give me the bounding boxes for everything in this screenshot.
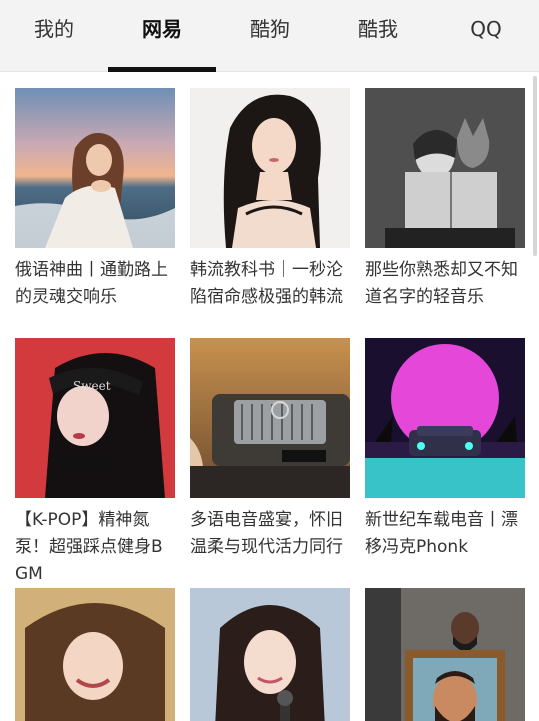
- playlist-card[interactable]: [365, 588, 525, 721]
- tab-label: 酷狗: [250, 17, 290, 41]
- playlist-title: 俄语神曲丨通勤路上的灵魂交响乐: [15, 260, 168, 307]
- app-window: 我的 网易 酷狗 酷我 QQ 俄语神曲丨通勤路上的灵魂交响乐 韩流教科书｜一秒沦…: [0, 0, 539, 721]
- scrollbar[interactable]: [533, 76, 537, 256]
- playlist-title: 那些你熟悉却又不知道名字的轻音乐: [365, 260, 518, 307]
- playlist-title: 新世纪车载电音丨漂移冯克Phonk: [365, 510, 518, 557]
- playlist-title: 多语电音盛宴，怀旧温柔与现代活力同行: [190, 510, 343, 557]
- synthwave-car-cover: [365, 338, 525, 498]
- playlist-grid: 俄语神曲丨通勤路上的灵魂交响乐 韩流教科书｜一秒沦陷宿命感极强的韩流 那些你熟悉…: [0, 72, 539, 721]
- vintage-car-cover: [190, 338, 350, 498]
- svg-text:Sweet: Sweet: [73, 379, 111, 393]
- tab-label: 酷我: [358, 17, 398, 41]
- playlist-card[interactable]: 那些你熟悉却又不知道名字的轻音乐: [365, 88, 525, 311]
- playlist-card[interactable]: 韩流教科书｜一秒沦陷宿命感极强的韩流: [190, 88, 350, 311]
- tab-netease[interactable]: 网易: [108, 0, 216, 72]
- kpop-idol-cover: Sweet: [15, 338, 175, 498]
- girl-and-cat-book-cover: [365, 88, 525, 248]
- playlist-card[interactable]: 俄语神曲丨通勤路上的灵魂交响乐: [15, 88, 175, 311]
- playlist-card[interactable]: 多语电音盛宴，怀旧温柔与现代活力同行: [190, 338, 350, 561]
- playlist-card[interactable]: [190, 588, 350, 721]
- tab-label: QQ: [470, 17, 502, 41]
- playlist-card[interactable]: Sweet 【K-POP】精神氮泵！超强踩点健身BGM: [15, 338, 175, 588]
- tab-label: 网易: [142, 17, 182, 41]
- playlist-title: 【K-POP】精神氮泵！超强踩点健身BGM: [15, 510, 163, 584]
- tab-qq[interactable]: QQ: [432, 0, 539, 72]
- actress-microphone-cover: [190, 588, 350, 721]
- tab-kuwo[interactable]: 酷我: [324, 0, 432, 72]
- korean-woman-cover: [190, 88, 350, 248]
- tab-mine[interactable]: 我的: [0, 0, 108, 72]
- bearded-man-portrait-cover: [365, 588, 525, 721]
- playlist-title: 韩流教科书｜一秒沦陷宿命感极强的韩流: [190, 260, 343, 307]
- playlist-card[interactable]: 新世纪车载电音丨漂移冯克Phonk: [365, 338, 525, 561]
- smiling-girl-cover: [15, 588, 175, 721]
- source-tab-bar: 我的 网易 酷狗 酷我 QQ: [0, 0, 539, 72]
- beach-girl-cover: [15, 88, 175, 248]
- playlist-card[interactable]: [15, 588, 175, 721]
- tab-label: 我的: [34, 17, 74, 41]
- tab-kugou[interactable]: 酷狗: [216, 0, 324, 72]
